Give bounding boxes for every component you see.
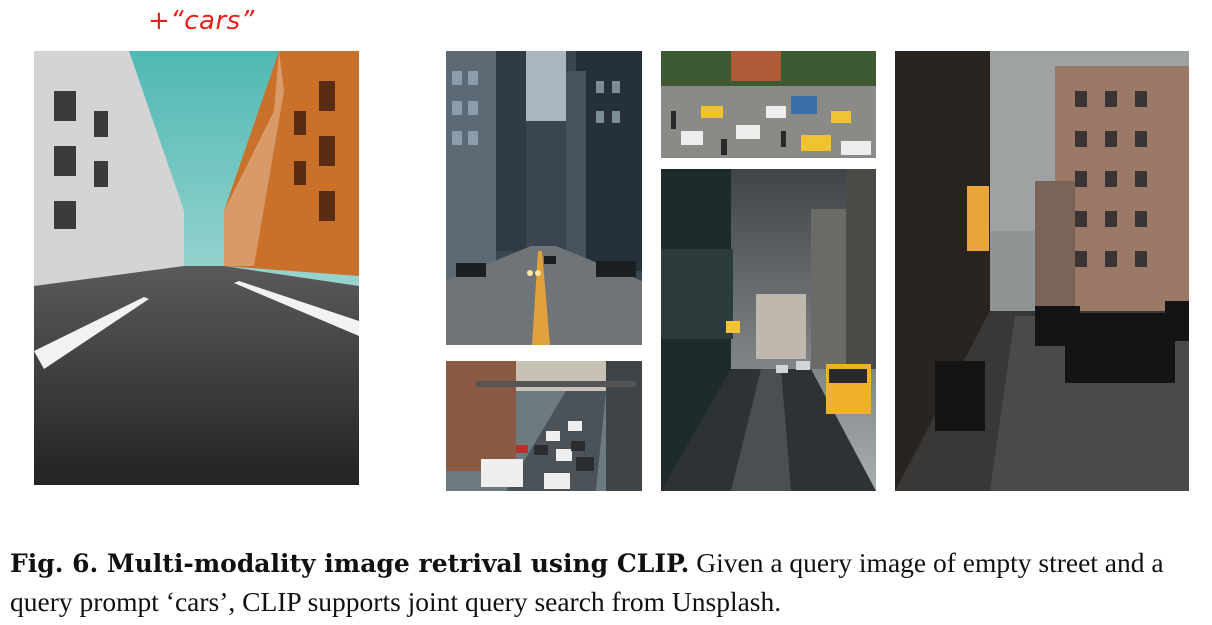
result-image-city-avenue xyxy=(446,51,642,345)
result-image-taxi-intersection xyxy=(661,51,876,158)
query-prompt-label: +“cars” xyxy=(148,6,255,36)
result-image-rainy-street xyxy=(661,169,876,491)
query-image-empty-street xyxy=(34,51,359,485)
result-image-busy-street xyxy=(446,361,642,491)
figure-caption: Fig. 6. Multi-modality image retrival us… xyxy=(10,544,1205,621)
result-image-parked-cars xyxy=(895,51,1189,491)
caption-label: Fig. 6. Multi-modality image retrival us… xyxy=(10,549,690,578)
